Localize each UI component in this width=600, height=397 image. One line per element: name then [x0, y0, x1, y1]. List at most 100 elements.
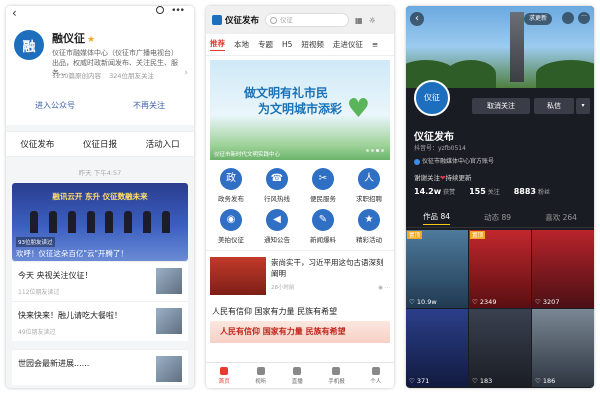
- video-grid: 置顶 ♡ 10.9w 置顶 ♡ 2349 ♡ 3207 ♡ 371 ♡ 183 …: [406, 230, 594, 387]
- account-name: 融仪征 ★: [52, 32, 96, 45]
- profile-tabs: 作品 84 动态 89 喜欢 264: [406, 208, 594, 228]
- chevron-right-icon[interactable]: ›: [184, 68, 188, 78]
- nav-home[interactable]: 首页: [219, 366, 230, 385]
- stage-people: [30, 205, 170, 233]
- tab-likes[interactable]: 喜欢 264: [545, 212, 577, 223]
- news-time: 28小时前: [271, 285, 295, 291]
- channel-tabs: 推荐 本地 专题 H5 短视频 走进仪征 ≡: [206, 34, 394, 56]
- article-thumbnail: [156, 308, 182, 334]
- star-icon: ★: [87, 35, 96, 45]
- grid-item-service[interactable]: ✂ 便民服务: [300, 168, 346, 203]
- article-item[interactable]: 世园会最新进展......: [12, 349, 188, 385]
- nav-video[interactable]: 视听: [255, 366, 266, 385]
- banner-line1: 做文明有礼市民: [244, 86, 329, 100]
- grid-item-jobs[interactable]: 人求职招聘: [346, 168, 392, 203]
- video-thumbnail[interactable]: ♡ 186: [532, 309, 594, 387]
- video-thumbnail[interactable]: 置顶 ♡ 2349: [469, 230, 531, 308]
- tab-h5[interactable]: H5: [282, 40, 292, 49]
- article-item[interactable]: 今天 央视关注仪征！ 112位朋友读过: [12, 261, 188, 301]
- menu-item-release[interactable]: 仪征发布: [20, 138, 54, 150]
- hero-image[interactable]: 融讯云开 东升 仪征数融未来 93位朋友读过 欢呼！仪征这朵百亿"云"开腾了！: [12, 183, 188, 261]
- profile-id: 抖音号：yzfb0514: [414, 145, 466, 152]
- profile-stats: 14.2w 获赞 155 关注 8883 粉丝: [414, 187, 562, 196]
- request-update-button[interactable]: 求更新: [524, 13, 553, 25]
- back-icon[interactable]: ‹: [12, 6, 17, 20]
- news-headline[interactable]: 人民有信仰 国家有力量 民族有希望: [206, 300, 394, 321]
- search-icon[interactable]: [562, 12, 574, 24]
- read-badge: 93位朋友读过: [16, 237, 55, 247]
- profile-cover: ‹ 求更新 ···: [406, 6, 594, 88]
- nav-mobile-paper[interactable]: 手机报: [328, 366, 345, 385]
- more-icon[interactable]: •••: [171, 6, 185, 16]
- sun-icon[interactable]: ☼: [369, 16, 376, 25]
- banner-carousel[interactable]: 做文明有礼市民 为文明城市添彩 ♥ 仪征市新时代文明实践中心: [210, 60, 390, 160]
- unfollow-button[interactable]: 取消关注: [472, 98, 530, 114]
- grid-item-gov[interactable]: 政政务发布: [208, 168, 254, 203]
- chevron-down-icon[interactable]: ▾: [576, 98, 590, 114]
- search-input[interactable]: 仪征: [265, 13, 350, 27]
- video-thumbnail[interactable]: ♡ 3207: [532, 230, 594, 308]
- wechat-account-panel: ‹ ••• 融 融仪征 ★ 仪征市融媒体中心（仪征市广播电视台）出品，权威时政新闻…: [6, 6, 194, 388]
- grid-item-photo[interactable]: ◉ 美拍仪征: [208, 209, 254, 244]
- tab-local[interactable]: 本地: [234, 39, 249, 50]
- tab-short-video[interactable]: 短视频: [301, 39, 324, 50]
- account-stats: 1230篇原创内容 324位朋友关注: [52, 70, 160, 80]
- phone-icon: ☎: [266, 168, 288, 190]
- news-title: 崇尚实干，习近平用这句古语深刻阐明: [271, 258, 384, 278]
- tab-recommend[interactable]: 推荐: [210, 38, 225, 51]
- grid-item-hotline[interactable]: ☎ 行风热线: [254, 168, 300, 203]
- news-item[interactable]: 崇尚实干，习近平用这句古语深刻阐明 28小时前 ◉ ···: [206, 250, 394, 300]
- grid-item-notice[interactable]: ◀ 通知公告: [254, 209, 300, 244]
- stat-followers: 324位朋友关注: [109, 72, 155, 80]
- stat-following: 155 关注: [469, 187, 500, 196]
- account-actions: 进入公众号 不再关注: [6, 100, 194, 111]
- stat-fans: 8883 粉丝: [513, 187, 550, 196]
- app-logo-icon: [212, 15, 222, 25]
- article-item[interactable]: 快来快来！融儿请吃大餐啦！ 49位朋友读过: [12, 301, 188, 341]
- douyin-profile-panel: ‹ 求更新 ··· 仪征 取消关注 私信 ▾ 仪征发布 抖音号：yzfb0514…: [406, 6, 594, 388]
- tab-topic[interactable]: 专题: [258, 39, 273, 50]
- stat-articles: 1230篇原创内容: [52, 72, 102, 80]
- nav-profile[interactable]: 个人: [370, 366, 381, 385]
- play-count: ♡ 183: [472, 377, 493, 385]
- nav-live[interactable]: 直播: [292, 366, 303, 385]
- article-thumbnail: [156, 356, 182, 382]
- tab-explore[interactable]: 走进仪征: [333, 39, 363, 50]
- menu-item-daily[interactable]: 仪征日报: [83, 138, 117, 150]
- unfollow-button[interactable]: 不再关注: [133, 100, 165, 111]
- live-icon: [293, 366, 302, 375]
- video-thumbnail[interactable]: ♡ 371: [406, 309, 468, 387]
- profile-name: 仪征发布: [414, 132, 454, 143]
- star-icon: ★: [358, 209, 380, 231]
- play-count: ♡ 2349: [472, 298, 497, 306]
- hero-title: 融讯云开 东升 仪征数融未来: [52, 192, 148, 201]
- gov-icon: 政: [220, 168, 242, 190]
- grid-icon[interactable]: ▦: [355, 16, 363, 25]
- enter-account-button[interactable]: 进入公众号: [35, 100, 75, 111]
- stat-likes: 14.2w 获赞: [414, 187, 456, 196]
- grid-item-events[interactable]: ★ 精彩活动: [346, 209, 392, 244]
- heart-icon: ♥: [346, 94, 370, 124]
- video-thumbnail[interactable]: ♡ 183: [469, 309, 531, 387]
- tower-image: [510, 12, 524, 82]
- account-menu: 仪征发布 仪征日报 活动入口: [6, 131, 194, 157]
- play-count: ♡ 10.9w: [409, 298, 437, 306]
- message-button[interactable]: 私信: [534, 98, 574, 114]
- tools-icon: ✂: [312, 168, 334, 190]
- tab-works[interactable]: 作品 84: [423, 211, 450, 225]
- article-card[interactable]: 融讯云开 东升 仪征数融未来 93位朋友读过 欢呼！仪征这朵百亿"云"开腾了！: [12, 183, 188, 261]
- back-icon[interactable]: ‹: [410, 12, 424, 26]
- menu-icon[interactable]: ≡: [372, 40, 378, 49]
- play-count: ♡ 186: [535, 377, 556, 385]
- carousel-dots[interactable]: [364, 137, 384, 156]
- video-thumbnail[interactable]: 置顶 ♡ 10.9w: [406, 230, 468, 308]
- headline-banner[interactable]: 人民有信仰 国家有力量 民族有希望: [210, 321, 390, 343]
- search-icon[interactable]: [156, 6, 164, 14]
- news-app-panel: 仪征发布 仪征 ▦ ☼ 推荐 本地 专题 H5 短视频 走进仪征 ≡ 做文明有礼…: [206, 6, 394, 388]
- grid-item-tip[interactable]: ✎ 新闻爆料: [300, 209, 346, 244]
- avatar[interactable]: 仪征: [414, 80, 450, 116]
- pinned-badge: 置顶: [407, 231, 423, 239]
- more-icon[interactable]: ···: [578, 12, 590, 24]
- tab-dynamic[interactable]: 动态 89: [484, 212, 511, 223]
- menu-item-activity[interactable]: 活动入口: [146, 138, 180, 150]
